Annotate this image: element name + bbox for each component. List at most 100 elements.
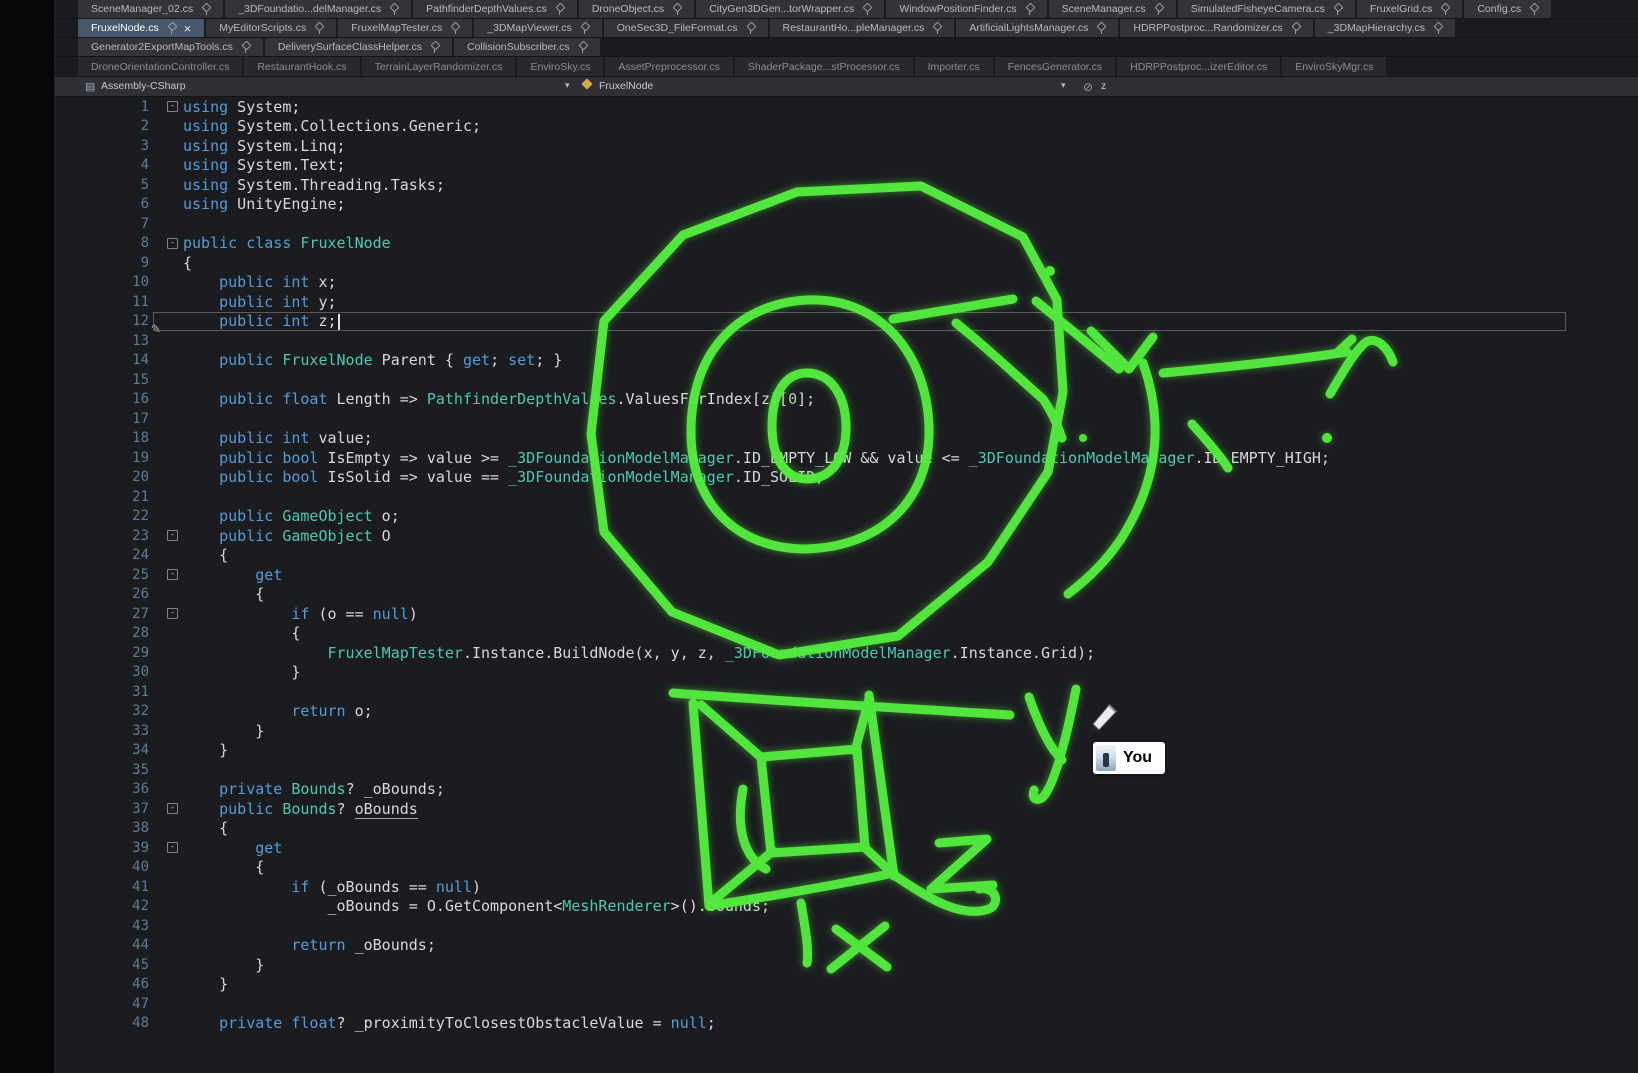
- editor-tab[interactable]: FruxelNode.cs×: [78, 19, 204, 37]
- code-line[interactable]: 24 {: [55, 546, 1638, 566]
- code-line[interactable]: 29 FruxelMapTester.Instance.BuildNode(x,…: [55, 643, 1638, 663]
- pin-icon[interactable]: [932, 22, 941, 34]
- chevron-down-icon[interactable]: ▾: [1061, 80, 1066, 91]
- code-line[interactable]: 28 {: [55, 624, 1638, 644]
- pin-icon[interactable]: [167, 22, 176, 34]
- member-dropdown[interactable]: z: [1101, 80, 1106, 92]
- pin-icon[interactable]: [241, 41, 250, 53]
- editor-tab[interactable]: EnviroSkyMgr.cs: [1282, 57, 1386, 76]
- editor-tab[interactable]: DroneObject.cs: [579, 0, 694, 18]
- pin-icon[interactable]: [578, 41, 587, 53]
- pin-icon[interactable]: [1025, 3, 1034, 15]
- code-line[interactable]: 3using System.Linq;: [55, 136, 1638, 156]
- editor-tab[interactable]: FencesGenerator.cs: [995, 57, 1116, 76]
- editor-tab[interactable]: _3DMapHierarchy.cs: [1315, 19, 1455, 37]
- editor-tab[interactable]: RestaurantHo...pleManager.cs: [770, 19, 955, 37]
- editor-tab[interactable]: PathfinderDepthValues.cs: [413, 0, 577, 18]
- editor-tab[interactable]: WindowPositionFinder.cs: [886, 0, 1046, 18]
- code-line[interactable]: 6using UnityEngine;: [55, 195, 1638, 215]
- code-line[interactable]: 7: [55, 214, 1638, 234]
- editor-tab[interactable]: RestaurantHook.cs: [244, 57, 359, 76]
- editor-tab[interactable]: FruxelMapTester.cs: [338, 19, 472, 37]
- code-line[interactable]: 15: [55, 370, 1638, 390]
- editor-tab[interactable]: SimulatedFisheyeCamera.cs: [1178, 0, 1355, 18]
- pin-icon[interactable]: [1333, 3, 1342, 15]
- editor-tab[interactable]: SceneManager_02.cs: [78, 0, 223, 18]
- editor-tab[interactable]: SceneManager.cs: [1049, 0, 1176, 18]
- code-line[interactable]: 26 {: [55, 585, 1638, 605]
- code-line[interactable]: 39- get: [55, 838, 1638, 858]
- code-editor[interactable]: 1-using System;2using System.Collections…: [55, 97, 1638, 1073]
- pin-icon[interactable]: [746, 22, 755, 34]
- fold-collapse-icon[interactable]: -: [167, 842, 178, 853]
- editor-tab[interactable]: TerrainLayerRandomizer.cs: [362, 57, 516, 76]
- pin-icon[interactable]: [314, 22, 323, 34]
- code-line[interactable]: 21: [55, 487, 1638, 507]
- code-line[interactable]: 1-using System;: [55, 97, 1638, 117]
- code-line[interactable]: 8-public class FruxelNode: [55, 234, 1638, 254]
- pin-icon[interactable]: [1291, 22, 1300, 34]
- code-line[interactable]: 4using System.Text;: [55, 156, 1638, 176]
- code-line[interactable]: 18 public int value;: [55, 429, 1638, 449]
- code-line[interactable]: 35: [55, 760, 1638, 780]
- pin-icon[interactable]: [450, 22, 459, 34]
- code-line[interactable]: 2using System.Collections.Generic;: [55, 117, 1638, 137]
- code-line[interactable]: 25- get: [55, 565, 1638, 585]
- code-line[interactable]: 30 }: [55, 663, 1638, 683]
- code-line[interactable]: 12✎ public int z;: [55, 312, 1638, 332]
- pin-icon[interactable]: [201, 3, 210, 15]
- code-line[interactable]: 10 public int x;: [55, 273, 1638, 293]
- code-line[interactable]: 14 public FruxelNode Parent { get; set; …: [55, 351, 1638, 371]
- editor-tab[interactable]: CollisionSubscriber.cs: [454, 38, 600, 56]
- editor-tab[interactable]: CityGen3DGen...torWrapper.cs: [696, 0, 884, 18]
- code-line[interactable]: 34 }: [55, 741, 1638, 761]
- code-line[interactable]: 27- if (o == null): [55, 604, 1638, 624]
- code-line[interactable]: 38 {: [55, 819, 1638, 839]
- code-line[interactable]: 16 public float Length => PathfinderDept…: [55, 390, 1638, 410]
- type-dropdown[interactable]: FruxelNode: [599, 80, 653, 92]
- code-line[interactable]: 44 return _oBounds;: [55, 936, 1638, 956]
- pin-icon[interactable]: [672, 3, 681, 15]
- editor-tab[interactable]: Importer.cs: [915, 57, 993, 76]
- pin-icon[interactable]: [1440, 3, 1449, 15]
- pin-icon[interactable]: [1096, 22, 1105, 34]
- editor-tab[interactable]: OneSec3D_FileFormat.cs: [604, 19, 768, 37]
- pin-icon[interactable]: [580, 22, 589, 34]
- editor-tab[interactable]: HDRPPostproc...Randomizer.cs: [1120, 19, 1312, 37]
- editor-tab[interactable]: FruxelGrid.cs: [1357, 0, 1462, 18]
- pin-icon[interactable]: [1433, 22, 1442, 34]
- pin-icon[interactable]: [1529, 3, 1538, 15]
- fold-collapse-icon[interactable]: -: [167, 569, 178, 580]
- editor-tab[interactable]: _3DMapViewer.cs: [474, 19, 601, 37]
- pin-icon[interactable]: [430, 41, 439, 53]
- pin-icon[interactable]: [555, 3, 564, 15]
- editor-tab[interactable]: DeliverySurfaceClassHelper.cs: [265, 38, 452, 56]
- pin-icon[interactable]: [862, 3, 871, 15]
- editor-tab[interactable]: EnviroSky.cs: [517, 57, 603, 76]
- code-line[interactable]: 22 public GameObject o;: [55, 507, 1638, 527]
- project-dropdown[interactable]: Assembly-CSharp: [101, 80, 186, 92]
- editor-tab[interactable]: ArtificialLightsManager.cs: [956, 19, 1118, 37]
- code-line[interactable]: 47: [55, 994, 1638, 1014]
- code-line[interactable]: 45 }: [55, 955, 1638, 975]
- fold-collapse-icon[interactable]: -: [167, 803, 178, 814]
- fold-collapse-icon[interactable]: -: [167, 608, 178, 619]
- pin-icon[interactable]: [1154, 3, 1163, 15]
- code-line[interactable]: 13: [55, 331, 1638, 351]
- code-line[interactable]: 40 {: [55, 858, 1638, 878]
- close-icon[interactable]: ×: [184, 22, 192, 35]
- code-line[interactable]: 17: [55, 409, 1638, 429]
- editor-tab[interactable]: MyEditorScripts.cs: [206, 19, 336, 37]
- editor-tab[interactable]: DroneOrientationController.cs: [78, 57, 242, 76]
- code-line[interactable]: 5using System.Threading.Tasks;: [55, 175, 1638, 195]
- code-line[interactable]: 19 public bool IsEmpty => value >= _3DFo…: [55, 448, 1638, 468]
- code-line[interactable]: 9{: [55, 253, 1638, 273]
- chevron-down-icon[interactable]: ▾: [565, 80, 570, 91]
- editor-tab[interactable]: Config.cs: [1464, 0, 1551, 18]
- code-line[interactable]: 36 private Bounds? _oBounds;: [55, 780, 1638, 800]
- code-line[interactable]: 41 if (_oBounds == null): [55, 877, 1638, 897]
- fold-collapse-icon[interactable]: -: [167, 238, 178, 249]
- code-line[interactable]: 43: [55, 916, 1638, 936]
- code-line[interactable]: 31: [55, 682, 1638, 702]
- fold-collapse-icon[interactable]: -: [167, 530, 178, 541]
